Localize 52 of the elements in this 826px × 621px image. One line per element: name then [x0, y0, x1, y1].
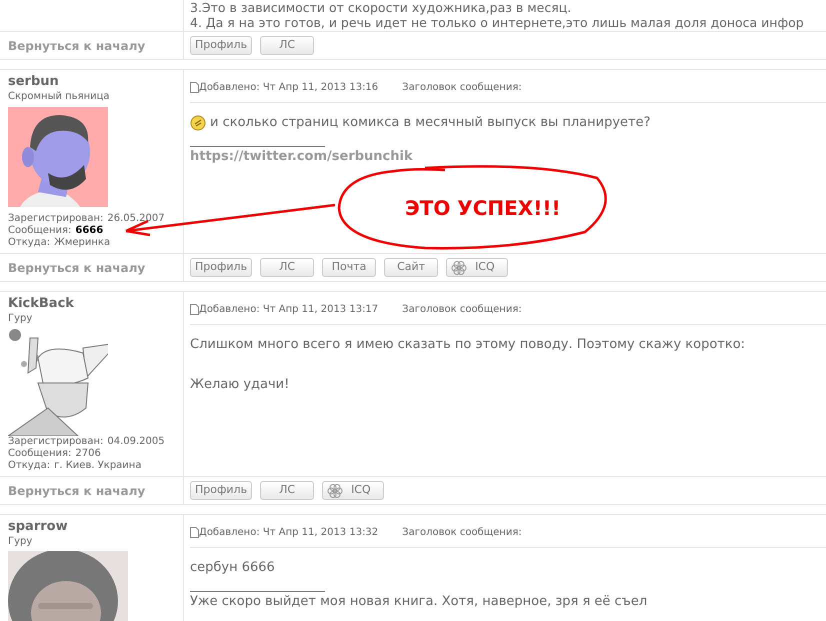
post-date: Добавлено: Чт Апр 11, 2013 13:17 [199, 303, 378, 317]
stat-label: Сообщения: [8, 448, 72, 460]
back-to-top-link[interactable]: Вернуться к началу [8, 482, 146, 500]
stat-label: Откуда: [8, 460, 50, 472]
post-text: 3.Это в зависимости от скорости художника,раз в месяц. [190, 0, 572, 15]
icq-button[interactable]: ICQ [446, 258, 508, 277]
post-date: Добавлено: Чт Апр 11, 2013 13:16 [199, 81, 378, 95]
profile-link-button[interactable]: Сайт [384, 258, 438, 277]
stat-value: 04.09.2005 [107, 436, 165, 448]
user-rank: Гуру [8, 536, 34, 548]
username[interactable]: KickBack [8, 295, 183, 313]
subject-label: Заголовок сообщения: [402, 81, 522, 95]
back-to-top-link[interactable]: Вернуться к началу [8, 258, 146, 276]
stat-value: 2706 [75, 448, 101, 460]
document-icon [190, 527, 199, 538]
profile-link-button[interactable]: ЛС [260, 36, 314, 55]
signature-link[interactable]: https://twitter.com/serbunchik [190, 147, 826, 167]
document-icon [190, 82, 199, 93]
stat-label: Откуда: [8, 237, 50, 249]
post-text: 4. Да я на это готов, и речь идет не только о интернете,это лишь малая доля доноса инфор [190, 15, 804, 30]
post-text: Уже скоро выйдет моя новая книга. Хотя, наверное, зря я её съел [190, 593, 648, 611]
post-text: и сколько страниц комикса в месячный выпуск вы планируете? [210, 114, 651, 132]
icq-button[interactable]: ICQ [322, 481, 384, 500]
document-icon [190, 304, 199, 315]
subject-label: Заголовок сообщения: [402, 526, 522, 540]
profile-link-button[interactable]: ЛС [260, 258, 314, 277]
subject-label: Заголовок сообщения: [402, 303, 522, 317]
stat-value: Жмеринка [54, 237, 110, 249]
smiley-icon [190, 115, 206, 131]
flower-icon [451, 260, 468, 276]
post-date: Добавлено: Чт Апр 11, 2013 13:32 [199, 526, 378, 540]
stat-label: Сообщения: [8, 225, 72, 237]
username[interactable]: serbun [8, 73, 183, 91]
stat-value: 6666 [75, 225, 104, 237]
stat-label: Зарегистрирован: [8, 213, 104, 225]
stat-value: г. Киев. Украина [54, 460, 142, 472]
back-to-top-link[interactable]: Вернуться к началу [8, 36, 146, 54]
stat-label: Зарегистрирован: [8, 436, 104, 448]
profile-link-button[interactable]: Профиль [190, 481, 252, 500]
annotation-text: ЭТО УСПЕХ!!! [405, 195, 561, 222]
post-text: Желаю удачи! [190, 376, 290, 394]
profile-link-button[interactable]: ЛС [260, 481, 314, 500]
post-text: сербун 6666 [190, 559, 276, 577]
user-rank: Скромный пьяница [8, 91, 111, 103]
profile-link-button[interactable]: Профиль [190, 258, 252, 277]
post-text: Слишком много всего я имею сказать по этому поводу. Поэтому скажу коротко: [190, 336, 746, 354]
profile-link-button[interactable]: Почта [322, 258, 376, 277]
profile-link-button[interactable]: Профиль [190, 36, 252, 55]
username[interactable]: sparrow [8, 518, 183, 536]
stat-value: 26.05.2007 [107, 213, 165, 225]
user-rank: Гуру [8, 313, 34, 325]
flower-icon [327, 482, 344, 498]
